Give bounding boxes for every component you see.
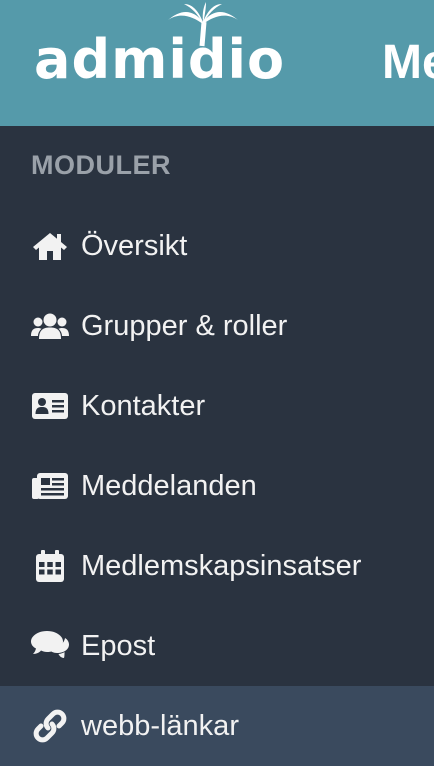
sidebar: MODULER Översikt Grupper & roller Kontak… [0,126,434,766]
sidebar-item-label: Epost [81,629,156,662]
sidebar-item-meddelanden[interactable]: Meddelanden [0,446,434,526]
sidebar-item-label: Grupper & roller [81,309,288,342]
newspaper-icon [31,470,69,502]
address-card-icon [31,390,69,422]
logo-text: admidio [34,28,286,91]
sidebar-item-webb-lankar[interactable]: webb-länkar [0,686,434,766]
sidebar-item-medlemskapsinsatser[interactable]: Medlemskapsinsatser [0,526,434,606]
sidebar-item-grupper-roller[interactable]: Grupper & roller [0,286,434,366]
sidebar-menu: Översikt Grupper & roller Kontakter Medd… [0,206,434,766]
sidebar-item-kontakter[interactable]: Kontakter [0,366,434,446]
sidebar-section-title: MODULER [31,150,171,180]
link-icon [31,709,69,743]
users-icon [31,310,69,342]
sidebar-item-label: Meddelanden [81,469,257,502]
app-header: admidio Me [0,0,434,126]
sidebar-item-oversikt[interactable]: Översikt [0,206,434,286]
home-icon [31,230,69,262]
sidebar-item-label: webb-länkar [81,709,239,742]
admidio-logo[interactable]: admidio [0,0,340,126]
site-title[interactable]: Me [382,28,434,98]
comments-icon [31,630,69,662]
sidebar-item-epost[interactable]: Epost [0,606,434,686]
sidebar-item-label: Medlemskapsinsatser [81,549,362,582]
calendar-icon [31,550,69,582]
sidebar-item-label: Kontakter [81,389,206,422]
sidebar-item-label: Översikt [81,229,188,262]
